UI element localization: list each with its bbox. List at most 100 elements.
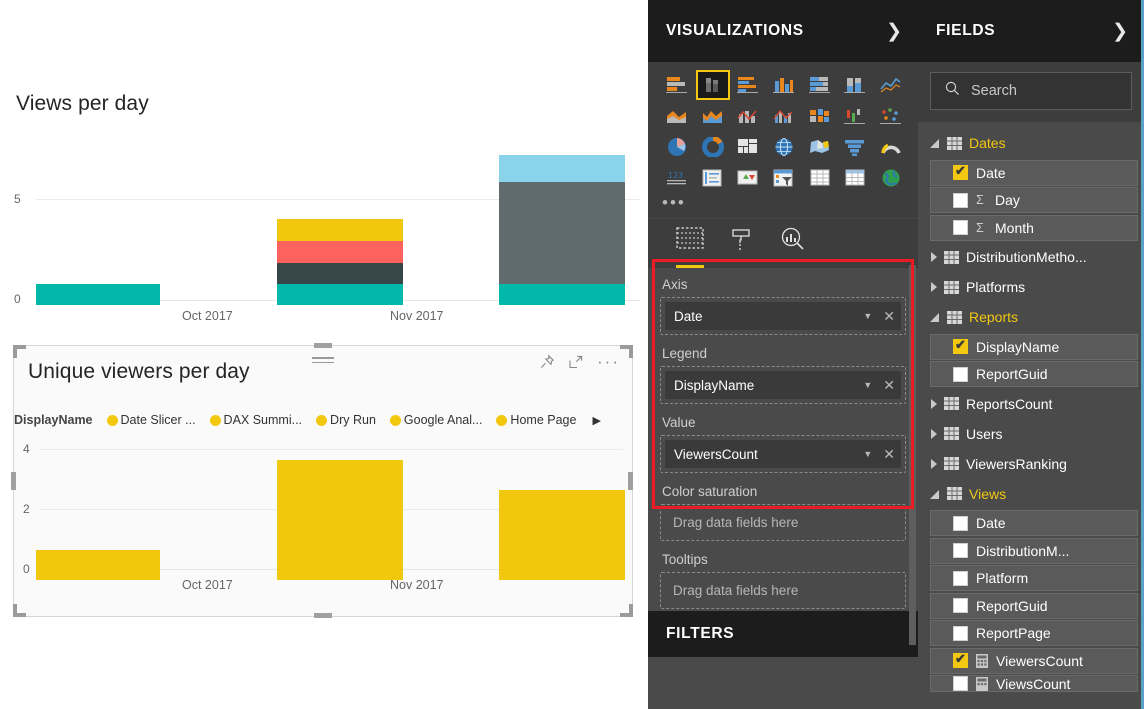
chevron-down-icon[interactable]: ▼	[863, 449, 872, 459]
treemap-icon[interactable]	[731, 132, 766, 162]
remove-field-icon[interactable]: ✕	[883, 447, 895, 461]
legend-item-3[interactable]: Google Anal...	[389, 413, 482, 427]
clustered-column-chart-icon[interactable]	[767, 70, 802, 100]
collapse-triangle-icon[interactable]	[930, 489, 940, 499]
visualizations-panel[interactable]: VISUALIZATIONS ❯ 123 ••• Axis Date ▼ ✕ L…	[648, 0, 918, 709]
checkbox-checked-icon[interactable]	[953, 651, 968, 668]
checkbox-icon[interactable]	[953, 570, 968, 586]
legend-item-2[interactable]: Dry Run	[316, 413, 376, 427]
chevron-right-icon[interactable]: ❯	[1112, 22, 1128, 41]
chart2-bar-oct[interactable]	[277, 451, 403, 580]
chip-date[interactable]: Date ▼ ✕	[665, 302, 901, 330]
field-views-viewerscount[interactable]: ViewersCount	[930, 647, 1138, 674]
hundred-percent-stacked-bar-chart-icon[interactable]	[802, 70, 837, 100]
fields-table-reports[interactable]: Reports	[918, 302, 1144, 332]
tab-format[interactable]	[730, 227, 754, 268]
pin-icon[interactable]	[539, 354, 555, 370]
funnel-chart-icon[interactable]	[838, 132, 873, 162]
visual-views-per-day[interactable]: Views per day 5 0 Oct 2017 Nov 2017	[0, 0, 648, 335]
legend-next-arrow-icon[interactable]: ▶	[592, 414, 600, 427]
tab-fields[interactable]	[676, 227, 704, 268]
matrix-icon[interactable]	[838, 163, 873, 193]
checkbox-icon[interactable]	[953, 598, 968, 613]
checkbox-icon[interactable]	[953, 543, 968, 558]
checkbox-icon[interactable]	[953, 625, 968, 641]
resize-handle-top[interactable]	[314, 343, 332, 348]
fields-panel[interactable]: FIELDS ❯ Search Dates Date	[918, 0, 1144, 709]
chevron-down-icon[interactable]: ▼	[863, 380, 872, 390]
fields-table-users[interactable]: Users	[918, 419, 1144, 449]
arcgis-map-icon[interactable]	[873, 163, 908, 193]
field-dates-date[interactable]: Date	[930, 159, 1138, 186]
line-and-clustered-column-chart-icon[interactable]	[767, 101, 802, 131]
expand-triangle-icon[interactable]	[931, 428, 937, 439]
field-views-reportpage[interactable]: ReportPage	[930, 620, 1138, 646]
resize-handle-bottom-right[interactable]	[620, 604, 633, 617]
card-icon[interactable]: 123	[660, 163, 695, 193]
expand-triangle-icon[interactable]	[931, 282, 937, 292]
collapse-triangle-icon[interactable]	[930, 312, 940, 322]
field-views-date[interactable]: Date	[930, 510, 1138, 536]
fields-tree[interactable]: Dates Date Σ Day Σ Month DistributionMet…	[918, 122, 1144, 692]
chevron-right-icon[interactable]: ❯	[886, 22, 902, 41]
expand-triangle-icon[interactable]	[931, 398, 937, 409]
donut-chart-icon[interactable]	[696, 132, 731, 162]
visualizations-tabs[interactable]	[648, 218, 918, 268]
well-axis[interactable]: Date ▼ ✕	[660, 297, 906, 335]
field-reports-reportguid[interactable]: ReportGuid	[930, 361, 1138, 387]
hundred-percent-stacked-column-chart-icon[interactable]	[838, 70, 873, 100]
collapse-triangle-icon[interactable]	[930, 138, 940, 148]
resize-handle-bottom-left[interactable]	[13, 604, 26, 617]
well-value[interactable]: ViewersCount ▼ ✕	[660, 435, 906, 473]
legend-item-4[interactable]: Home Page	[496, 413, 576, 427]
ribbon-chart-icon[interactable]	[802, 101, 837, 131]
fields-table-platforms[interactable]: Platforms	[918, 272, 1144, 302]
table-icon[interactable]	[802, 163, 837, 193]
area-chart-icon[interactable]	[660, 101, 695, 131]
kpi-icon[interactable]	[731, 163, 766, 193]
stacked-column-chart-icon[interactable]	[695, 70, 731, 100]
chip-displayname[interactable]: DisplayName ▼ ✕	[665, 371, 901, 399]
well-legend[interactable]: DisplayName ▼ ✕	[660, 366, 906, 404]
stacked-bar-chart-icon[interactable]	[660, 70, 695, 100]
chart2-legend[interactable]: DisplayName Date Slicer ... DAX Summi...…	[14, 413, 601, 427]
clustered-bar-chart-icon[interactable]	[731, 70, 766, 100]
visual-type-gallery[interactable]: 123 •••	[648, 62, 918, 218]
fields-table-reportscount[interactable]: ReportsCount	[918, 389, 1144, 419]
chart1-bar-oct[interactable]	[277, 155, 403, 305]
drag-handle[interactable]	[312, 357, 334, 366]
field-views-viewscount[interactable]: ViewsCount	[930, 675, 1138, 692]
checkbox-icon[interactable]	[953, 366, 968, 382]
checkbox-checked-icon[interactable]	[953, 337, 968, 354]
expand-triangle-icon[interactable]	[931, 458, 937, 469]
report-canvas[interactable]: Views per day 5 0 Oct 2017 Nov 2017 ··· …	[0, 0, 648, 709]
expand-triangle-icon[interactable]	[931, 252, 937, 262]
more-visuals-button[interactable]: •••	[660, 194, 908, 216]
field-dates-month[interactable]: Σ Month	[930, 214, 1138, 241]
chart1-bar-sep[interactable]	[36, 155, 160, 305]
chevron-down-icon[interactable]: ▼	[863, 311, 872, 321]
fields-table-views[interactable]: Views	[918, 479, 1144, 509]
resize-handle-bottom[interactable]	[314, 613, 332, 618]
field-dates-day[interactable]: Σ Day	[930, 187, 1138, 213]
checkbox-icon[interactable]	[953, 676, 968, 691]
fields-table-distributionmethods[interactable]: DistributionMetho...	[918, 242, 1144, 272]
visualizations-scrollbar[interactable]	[909, 265, 916, 645]
field-views-reportguid[interactable]: ReportGuid	[930, 592, 1138, 619]
field-reports-displayname[interactable]: DisplayName	[930, 333, 1138, 360]
resize-handle-top-right[interactable]	[620, 345, 633, 358]
field-views-distributionmethod[interactable]: DistributionM...	[930, 537, 1138, 564]
filters-header[interactable]: FILTERS	[648, 611, 918, 657]
slicer-icon[interactable]	[767, 163, 802, 193]
line-chart-icon[interactable]	[873, 70, 908, 100]
remove-field-icon[interactable]: ✕	[883, 378, 895, 392]
focus-mode-icon[interactable]	[568, 354, 584, 370]
remove-field-icon[interactable]: ✕	[883, 309, 895, 323]
well-tooltips[interactable]: Drag data fields here	[660, 572, 906, 609]
well-color-saturation[interactable]: Drag data fields here	[660, 504, 906, 541]
gauge-chart-icon[interactable]	[873, 132, 908, 162]
legend-item-0[interactable]: Date Slicer ...	[106, 413, 196, 427]
map-icon[interactable]	[767, 132, 802, 162]
filled-map-icon[interactable]	[802, 132, 837, 162]
fields-table-dates[interactable]: Dates	[918, 128, 1144, 158]
